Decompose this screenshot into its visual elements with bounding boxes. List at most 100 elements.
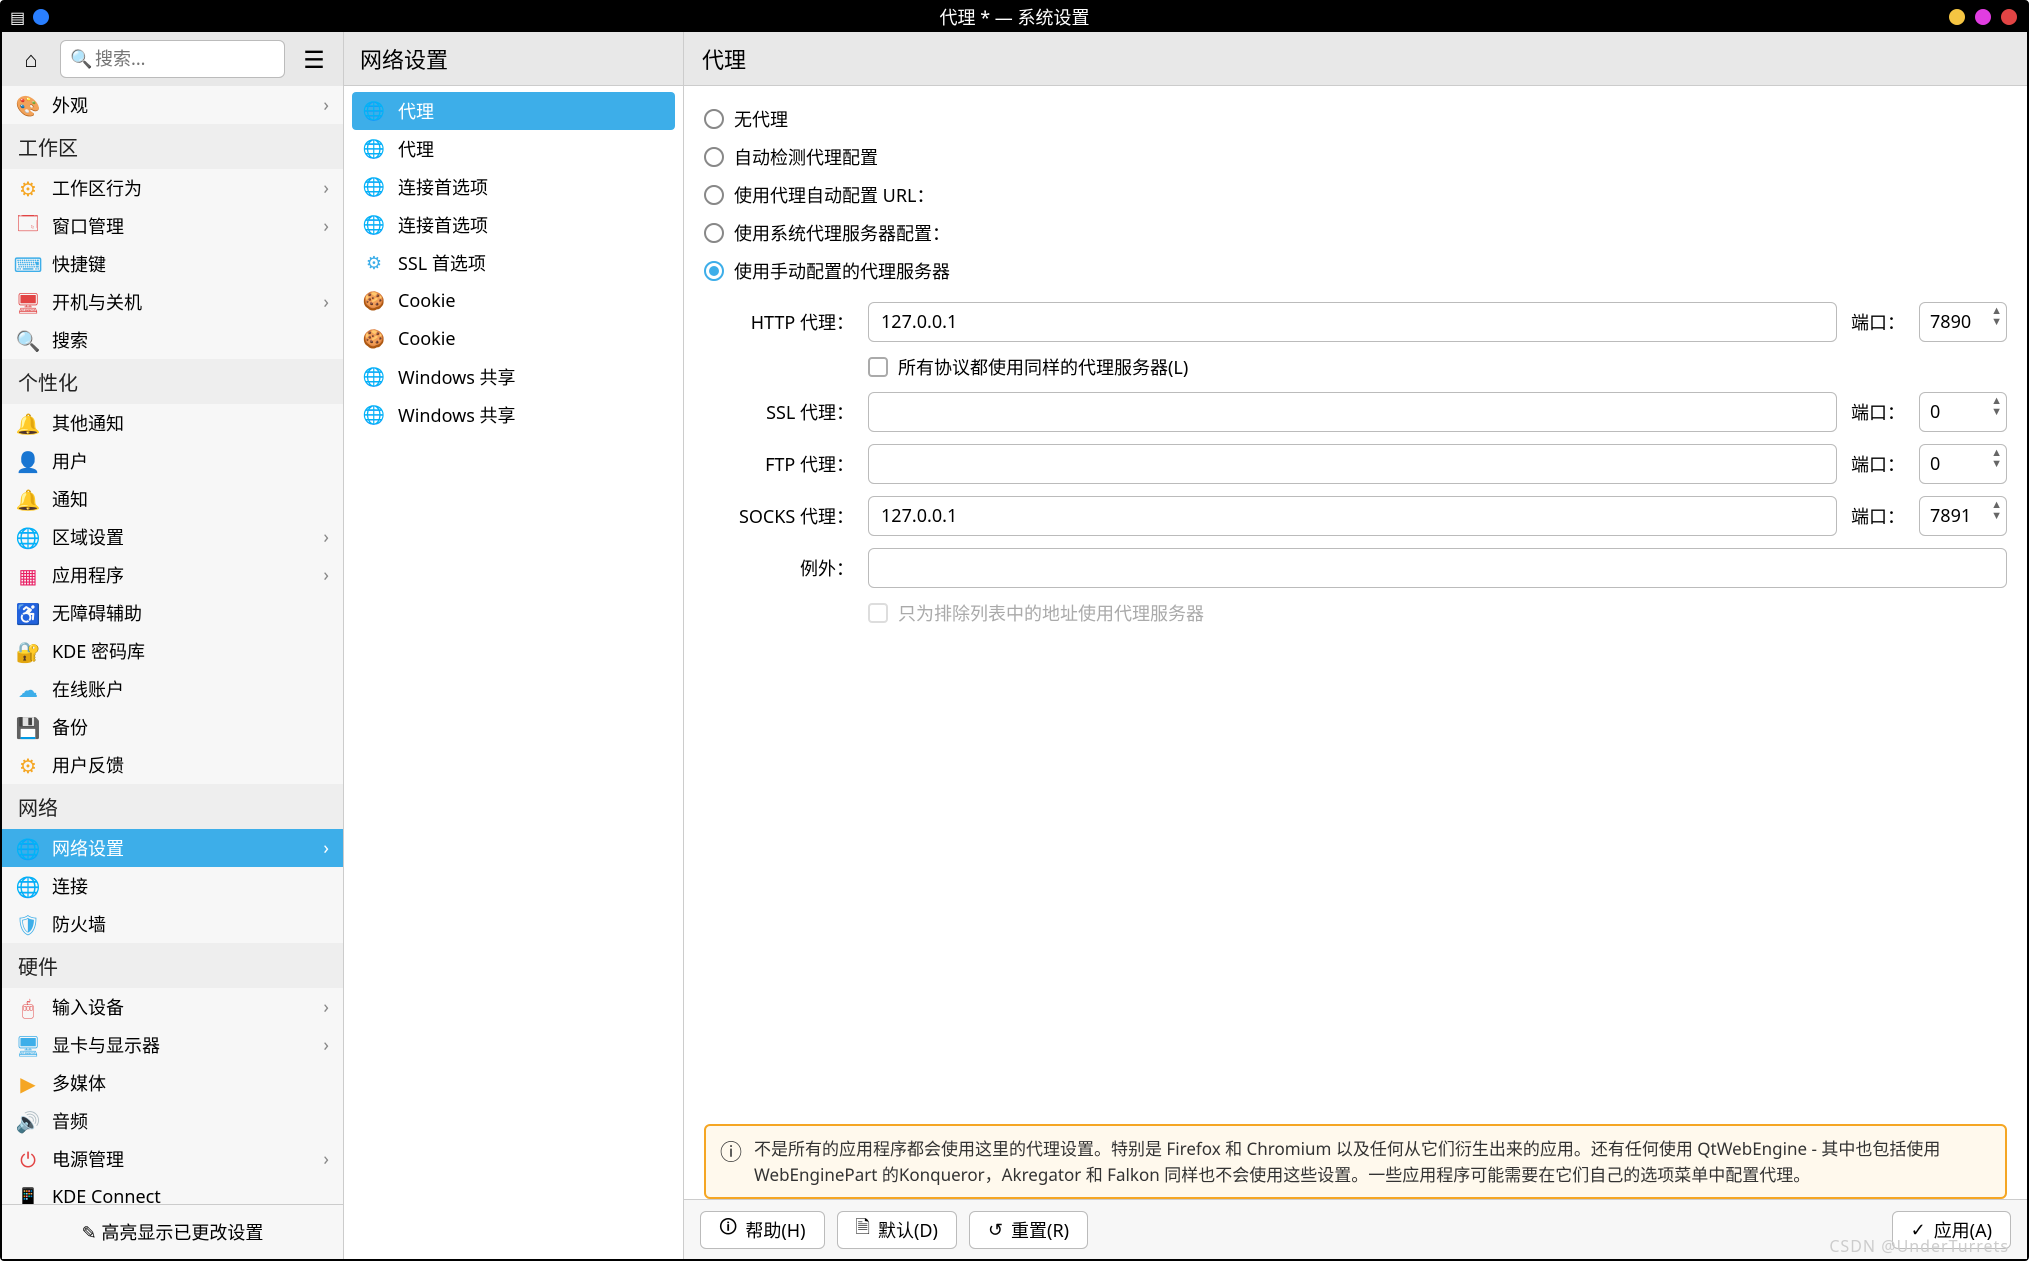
sidebar-item[interactable]: ⏻电源管理› xyxy=(2,1140,343,1178)
minimize-button[interactable] xyxy=(1949,9,1965,25)
sidebar-item-icon: 🔊 xyxy=(16,1109,40,1133)
sidebar-item-label: 外观 xyxy=(52,92,88,118)
sidebar-item[interactable]: ⚙工作区行为› xyxy=(2,169,343,207)
radio-icon xyxy=(704,261,724,281)
sidebar-item[interactable]: ☁在线账户 xyxy=(2,670,343,708)
ftp-port-spinbox[interactable]: 0▲▼ xyxy=(1919,444,2007,484)
exception-label: 例外： xyxy=(724,555,854,581)
sidebar-item[interactable]: 🔊 音频 xyxy=(2,1102,343,1140)
sidebar-item-label: 窗口管理 xyxy=(52,213,124,239)
sidebar-item[interactable]: 🌐网络设置› xyxy=(2,829,343,867)
subnav-item[interactable]: 🌐Windows 共享 xyxy=(352,358,675,396)
sidebar-item-icon: 🗔 xyxy=(16,214,40,238)
socks-port-spinbox[interactable]: 7891▲▼ xyxy=(1919,496,2007,536)
sidebar-footer-button[interactable]: ✎ 高亮显示已更改设置 xyxy=(2,1204,343,1259)
subnav-item[interactable]: 🌐Windows 共享 xyxy=(352,396,675,434)
sidebar-item[interactable]: 🔔其他通知 xyxy=(2,404,343,442)
same-proxy-checkbox[interactable] xyxy=(868,357,888,377)
search-icon: 🔍 xyxy=(70,47,92,71)
socks-proxy-input[interactable] xyxy=(868,496,1837,536)
subnav-item[interactable]: 🍪Cookie xyxy=(352,282,675,320)
sidebar-category-header: 工作区 xyxy=(2,124,343,169)
search-input[interactable] xyxy=(60,40,285,78)
sidebar-item-label: 开机与关机 xyxy=(52,289,142,315)
radio-icon xyxy=(704,147,724,167)
subnav-item[interactable]: 🌐代理 xyxy=(352,92,675,130)
sidebar-item[interactable]: 📱KDE Connect xyxy=(2,1178,343,1204)
sidebar-item[interactable]: 🎨外观› xyxy=(2,86,343,124)
ssl-proxy-input[interactable] xyxy=(868,392,1837,432)
app-menu-icon[interactable]: ▤ xyxy=(10,6,25,28)
subnav-item[interactable]: 🌐代理 xyxy=(352,130,675,168)
window-title: 代理 * — 系统设置 xyxy=(940,4,1090,30)
titlebar: ▤ 代理 * — 系统设置 xyxy=(2,2,2027,32)
sidebar-item[interactable]: 💾备份 xyxy=(2,708,343,746)
defaults-button[interactable]: 🗎默认(D) xyxy=(837,1211,957,1249)
ssl-proxy-label: SSL 代理： xyxy=(724,399,854,425)
undo-icon: ↺ xyxy=(988,1218,1003,1242)
sidebar-item-label: 在线账户 xyxy=(52,676,124,702)
http-proxy-label: HTTP 代理： xyxy=(724,309,854,335)
sidebar-item-icon: 🖥 xyxy=(16,1033,40,1057)
subnav-item-icon: 🍪 xyxy=(362,289,386,313)
sidebar-item[interactable]: 🖱输入设备› xyxy=(2,988,343,1026)
sidebar-item-icon: ⚙ xyxy=(16,753,40,777)
sidebar-item[interactable]: 👤用户 xyxy=(2,442,343,480)
sidebar-item-label: 应用程序 xyxy=(52,562,124,588)
ftp-proxy-input[interactable] xyxy=(868,444,1837,484)
http-port-label: 端口： xyxy=(1851,309,1905,335)
http-proxy-input[interactable] xyxy=(868,302,1837,342)
proxy-mode-radio[interactable]: 自动检测代理配置 xyxy=(704,138,2007,176)
sidebar-item[interactable]: 🔍搜索 xyxy=(2,321,343,359)
sidebar-item[interactable]: ⚙用户反馈 xyxy=(2,746,343,784)
sidebar-item[interactable]: 🌐区域设置› xyxy=(2,518,343,556)
sidebar-item[interactable]: 🔔通知 xyxy=(2,480,343,518)
radio-label: 无代理 xyxy=(734,106,788,132)
sidebar-item-icon: 🔐 xyxy=(16,639,40,663)
hamburger-button[interactable]: ☰ xyxy=(295,40,333,78)
home-button[interactable]: ⌂ xyxy=(12,40,50,78)
help-button[interactable]: 🛈帮助(H) xyxy=(700,1211,825,1249)
sidebar-item[interactable]: ⌨快捷键 xyxy=(2,245,343,283)
sidebar-item-icon: 🔍 xyxy=(16,328,40,352)
close-button[interactable] xyxy=(2001,9,2017,25)
subnav: 网络设置 🌐代理🌐代理🌐连接首选项🌐连接首选项⚙SSL 首选项🍪Cookie🍪C… xyxy=(344,32,684,1259)
subnav-item[interactable]: ⚙SSL 首选项 xyxy=(352,244,675,282)
apply-button[interactable]: ✓应用(A) xyxy=(1892,1211,2011,1249)
sidebar-item-label: KDE Connect xyxy=(52,1185,161,1204)
proxy-mode-radio[interactable]: 使用系统代理服务器配置： xyxy=(704,214,2007,252)
sidebar-item-label: 快捷键 xyxy=(52,251,106,277)
proxy-mode-radio[interactable]: 无代理 xyxy=(704,100,2007,138)
ftp-port-label: 端口： xyxy=(1851,451,1905,477)
subnav-item[interactable]: 🌐连接首选项 xyxy=(352,206,675,244)
sidebar-item-label: 备份 xyxy=(52,714,88,740)
sidebar-item[interactable]: ♿无障碍辅助 xyxy=(2,594,343,632)
proxy-mode-radio[interactable]: 使用手动配置的代理服务器 xyxy=(704,252,2007,290)
content: 代理 无代理自动检测代理配置使用代理自动配置 URL：使用系统代理服务器配置：使… xyxy=(684,32,2027,1259)
sidebar-category-header: 硬件 xyxy=(2,943,343,988)
exception-input[interactable] xyxy=(868,548,2007,588)
chevron-right-icon: › xyxy=(323,995,329,1019)
subnav-item[interactable]: 🌐连接首选项 xyxy=(352,168,675,206)
proxy-mode-radio[interactable]: 使用代理自动配置 URL： xyxy=(704,176,2007,214)
sidebar-item[interactable]: 🗔窗口管理› xyxy=(2,207,343,245)
chevron-right-icon: › xyxy=(323,563,329,587)
ftp-proxy-label: FTP 代理： xyxy=(724,451,854,477)
sidebar-item[interactable]: ▦应用程序› xyxy=(2,556,343,594)
reset-button[interactable]: ↺重置(R) xyxy=(969,1211,1088,1249)
sidebar-item-label: 其他通知 xyxy=(52,410,124,436)
maximize-button[interactable] xyxy=(1975,9,1991,25)
chevron-right-icon: › xyxy=(323,836,329,860)
sidebar-item[interactable]: 🖥显卡与显示器› xyxy=(2,1026,343,1064)
ssl-port-spinbox[interactable]: 0▲▼ xyxy=(1919,392,2007,432)
sidebar-item-label: 多媒体 xyxy=(52,1070,106,1096)
sidebar-item-label: 音频 xyxy=(52,1108,88,1134)
sidebar-item[interactable]: 🌐连接 xyxy=(2,867,343,905)
sidebar-item[interactable]: 🛡防火墙 xyxy=(2,905,343,943)
http-port-spinbox[interactable]: 7890▲▼ xyxy=(1919,302,2007,342)
subnav-item[interactable]: 🍪Cookie xyxy=(352,320,675,358)
sidebar-item[interactable]: 🔐KDE 密码库 xyxy=(2,632,343,670)
sidebar-item[interactable]: ▶多媒体 xyxy=(2,1064,343,1102)
sidebar-item-icon: 🌐 xyxy=(16,525,40,549)
sidebar-item[interactable]: 🖥开机与关机› xyxy=(2,283,343,321)
